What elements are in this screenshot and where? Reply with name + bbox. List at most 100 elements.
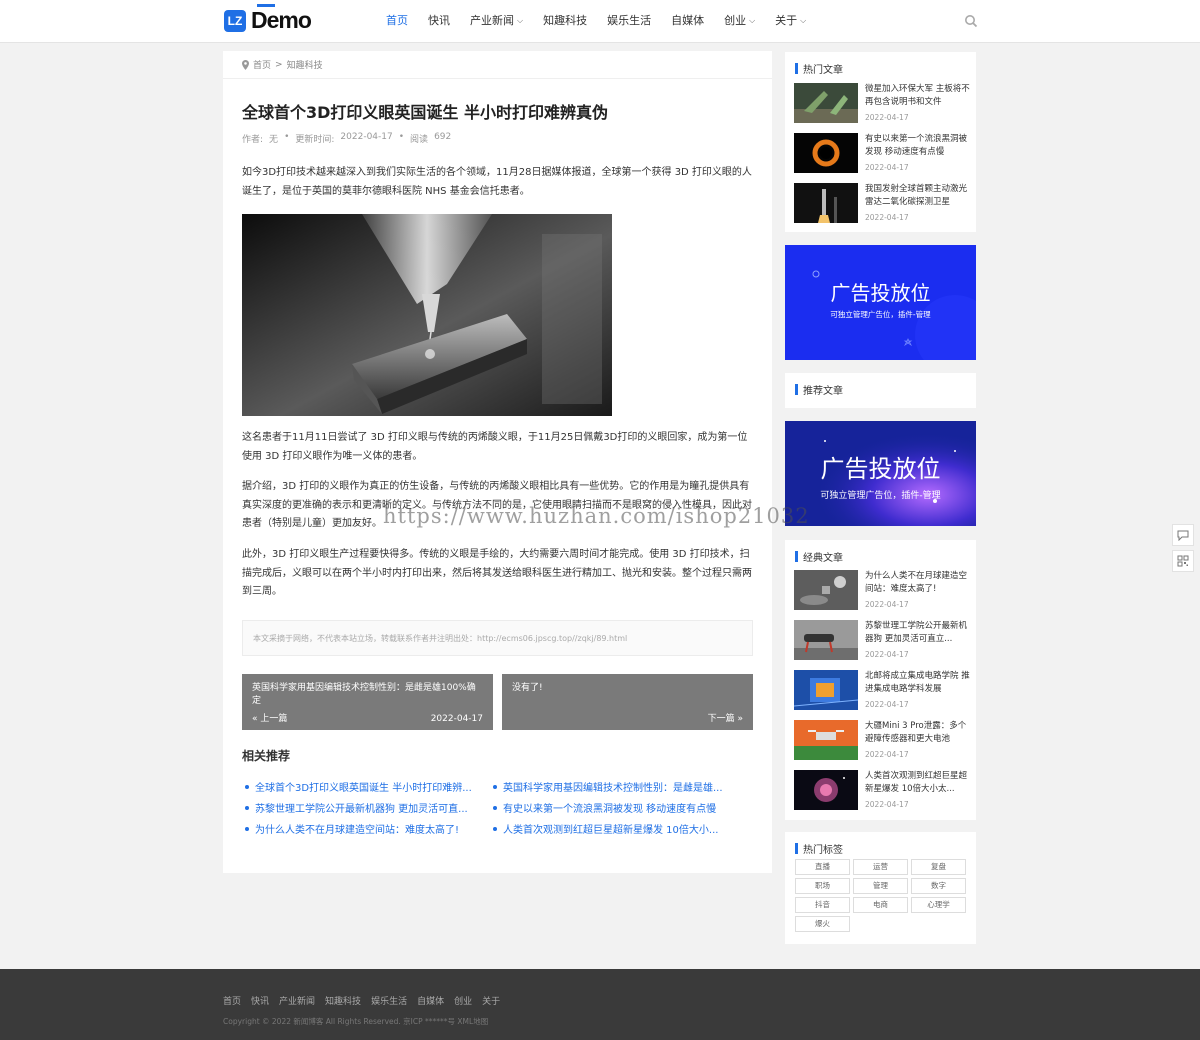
related-item[interactable]: 英国科学家用基因编辑技术控制性别：是雌是雄... [493, 779, 723, 794]
source-notice: 本文采摘于网络，不代表本站立场，转载联系作者并注明出处：http://ecms0… [242, 620, 753, 656]
comment-button[interactable] [1172, 524, 1194, 546]
classic-article-item[interactable]: 苏黎世理工学院公开最新机器狗 更加灵活可直立... 2022-04-17 [794, 620, 970, 662]
footer-link[interactable]: 自媒体 [417, 994, 444, 1007]
hot-article-item[interactable]: 有史以来第一个流浪黑洞被发现 移动速度有点慢 2022-04-17 [794, 133, 970, 175]
widget-heading: 热门标签 [795, 841, 843, 856]
nav-item-tech[interactable]: 知趣科技 [533, 0, 597, 42]
classic-article-item[interactable]: 人类首次观测到红超巨星超新星爆发 10倍大小太... 2022-04-17 [794, 770, 970, 812]
ad-banner[interactable]: 广告投放位 可独立管理广告位，插件-管理 [785, 421, 976, 526]
prev-article-card[interactable]: 英国科学家用基因编辑技术控制性别：是雌是雄100%确定 « 上一篇 2022-0… [242, 674, 493, 730]
copyright-text: Copyright © 2022 新闻博客 All Rights Reserve… [223, 1017, 489, 1026]
nav-item-news-flash[interactable]: 快讯 [418, 0, 460, 42]
tag-item[interactable]: 运营 [853, 859, 908, 875]
related-item[interactable]: 为什么人类不在月球建造空间站：难度太高了! [245, 821, 459, 836]
breadcrumb-current[interactable]: 知趣科技 [287, 58, 323, 71]
prev-date: 2022-04-17 [430, 714, 483, 724]
breadcrumb-home[interactable]: 首页 [253, 58, 271, 71]
classic-article-item[interactable]: 北邮将成立集成电路学院 推进集成电路学科发展 2022-04-17 [794, 670, 970, 712]
widget-heading-label: 经典文章 [803, 553, 843, 564]
hot-article-item[interactable]: 我国发射全球首颗主动激光雷达二氧化碳探测卫星 2022-04-17 [794, 183, 970, 225]
chevron-down-icon: ⌵ [749, 16, 756, 25]
related-item[interactable]: 苏黎世理工学院公开最新机器狗 更加灵活可直... [245, 800, 468, 815]
tag-item[interactable]: 直播 [795, 859, 850, 875]
hot-articles-widget: 热门文章 微星加入环保大军 主板将不再包含说明书和文件 2022-04-17 有… [785, 52, 976, 232]
related-item[interactable]: 全球首个3D打印义眼英国诞生 半小时打印难辨... [245, 779, 472, 794]
next-label: 下一篇 » [707, 714, 743, 724]
nav-item-self-media[interactable]: 自媒体 [661, 0, 714, 42]
next-article-card[interactable]: 没有了! 下一篇 » [502, 674, 753, 730]
related-item-label: 英国科学家用基因编辑技术控制性别：是雌是雄... [503, 783, 723, 794]
related-item-label: 苏黎世理工学院公开最新机器狗 更加灵活可直... [255, 804, 468, 815]
breadcrumb-separator: > [275, 59, 283, 70]
related-item-label: 为什么人类不在月球建造空间站：难度太高了! [255, 825, 460, 836]
article-thumbnail [794, 133, 858, 173]
watermark-text: https://www.huzhan.com/ishop21032 [383, 504, 810, 528]
updated-label: 更新时间: [295, 135, 335, 145]
article-meta: 作者: 无 • 更新时间: 2022-04-17 • 阅读 692 [242, 132, 451, 145]
tag-item[interactable]: 电商 [853, 897, 908, 913]
tag-item[interactable]: 复盘 [911, 859, 966, 875]
tag-item[interactable]: 爆火 [795, 916, 850, 932]
related-item[interactable]: 人类首次观测到红超巨星超新星爆发 10倍大小... [493, 821, 718, 836]
tag-item[interactable]: 数字 [911, 878, 966, 894]
tag-item[interactable]: 职场 [795, 878, 850, 894]
article-title: 人类首次观测到红超巨星超新星爆发 10倍大小太... [865, 771, 968, 794]
nav-item-about[interactable]: 关于 ⌵ [765, 0, 816, 42]
related-item-label: 全球首个3D打印义眼英国诞生 半小时打印难辨... [255, 783, 472, 794]
footer-nav: 首页 快讯 产业新闻 知趣科技 娱乐生活 自媒体 创业 关于 [223, 994, 500, 1007]
related-item-label: 有史以来第一个流浪黑洞被发现 移动速度有点慢 [503, 804, 717, 815]
heading-accent-bar [795, 63, 798, 74]
nav-item-industry[interactable]: 产业新闻 ⌵ [460, 0, 533, 42]
footer-link[interactable]: 快讯 [251, 994, 269, 1007]
meta-dot: • [284, 132, 290, 142]
site-logo[interactable]: LZ Demo [224, 4, 312, 33]
ad-subtext: 可独立管理广告位，插件-管理 [830, 310, 931, 319]
related-item[interactable]: 有史以来第一个流浪黑洞被发现 移动速度有点慢 [493, 800, 716, 815]
chevron-down-icon: ⌵ [517, 16, 524, 25]
nav-item-startup[interactable]: 创业 ⌵ [714, 0, 765, 42]
heading-accent-bar [795, 384, 798, 395]
ad-subtext: 可独立管理广告位，插件-管理 [820, 491, 941, 501]
hot-article-item[interactable]: 微星加入环保大军 主板将不再包含说明书和文件 2022-04-17 [794, 83, 970, 125]
footer-link[interactable]: 知趣科技 [325, 994, 361, 1007]
chat-bubble-icon [1177, 530, 1189, 541]
heading-accent-bar [795, 551, 798, 562]
article-date: 2022-04-17 [865, 163, 909, 172]
article-title: 苏黎世理工学院公开最新机器狗 更加灵活可直立... [865, 621, 968, 644]
bullet-dot [493, 826, 497, 831]
qrcode-button[interactable] [1172, 550, 1194, 572]
footer-link[interactable]: 产业新闻 [279, 994, 315, 1007]
article-title: 微星加入环保大军 主板将不再包含说明书和文件 [865, 84, 970, 107]
widget-heading-label: 热门标签 [803, 845, 843, 856]
nav-item-lifestyle[interactable]: 娱乐生活 [597, 0, 661, 42]
logo-mark: LZ [224, 9, 246, 32]
tag-item[interactable]: 心理学 [911, 897, 966, 913]
tag-item[interactable]: 管理 [853, 878, 908, 894]
footer-link[interactable]: 创业 [454, 994, 472, 1007]
widget-heading-label: 推荐文章 [803, 386, 843, 397]
logo-text: Demo [251, 4, 312, 33]
footer-link[interactable]: 关于 [482, 994, 500, 1007]
author-value: 无 [269, 135, 279, 145]
views-label: 阅读 [410, 135, 429, 145]
article-date: 2022-04-17 [865, 700, 909, 709]
classic-article-item[interactable]: 大疆Mini 3 Pro泄露：多个避障传感器和更大电池 2022-04-17 [794, 720, 970, 762]
tag-item[interactable]: 抖音 [795, 897, 850, 913]
bullet-dot [245, 805, 249, 810]
article-image [242, 214, 612, 416]
classic-article-item[interactable]: 为什么人类不在月球建造空间站：难度太高了! 2022-04-17 [794, 570, 970, 612]
nav-label: 快讯 [428, 14, 450, 27]
heading-accent-bar [795, 843, 798, 854]
footer-link[interactable]: 首页 [223, 994, 241, 1007]
bullet-dot [245, 784, 249, 789]
ad-banner[interactable]: 广告投放位 可独立管理广告位，插件-管理 [785, 245, 976, 360]
bullet-dot [245, 826, 249, 831]
ad-headline: 广告投放位 [820, 455, 941, 483]
prev-article-title: 英国科学家用基因编辑技术控制性别：是雌是雄100%确定 [252, 683, 476, 706]
footer-link[interactable]: 娱乐生活 [371, 994, 407, 1007]
nav-item-home[interactable]: 首页 [376, 0, 418, 42]
search-icon[interactable] [964, 14, 978, 28]
breadcrumb: 首页 > 知趣科技 [223, 51, 772, 79]
related-item-label: 人类首次观测到红超巨星超新星爆发 10倍大小... [503, 825, 719, 836]
article-panel: 首页 > 知趣科技 全球首个3D打印义眼英国诞生 半小时打印难辨真伪 作者: 无… [223, 51, 772, 873]
